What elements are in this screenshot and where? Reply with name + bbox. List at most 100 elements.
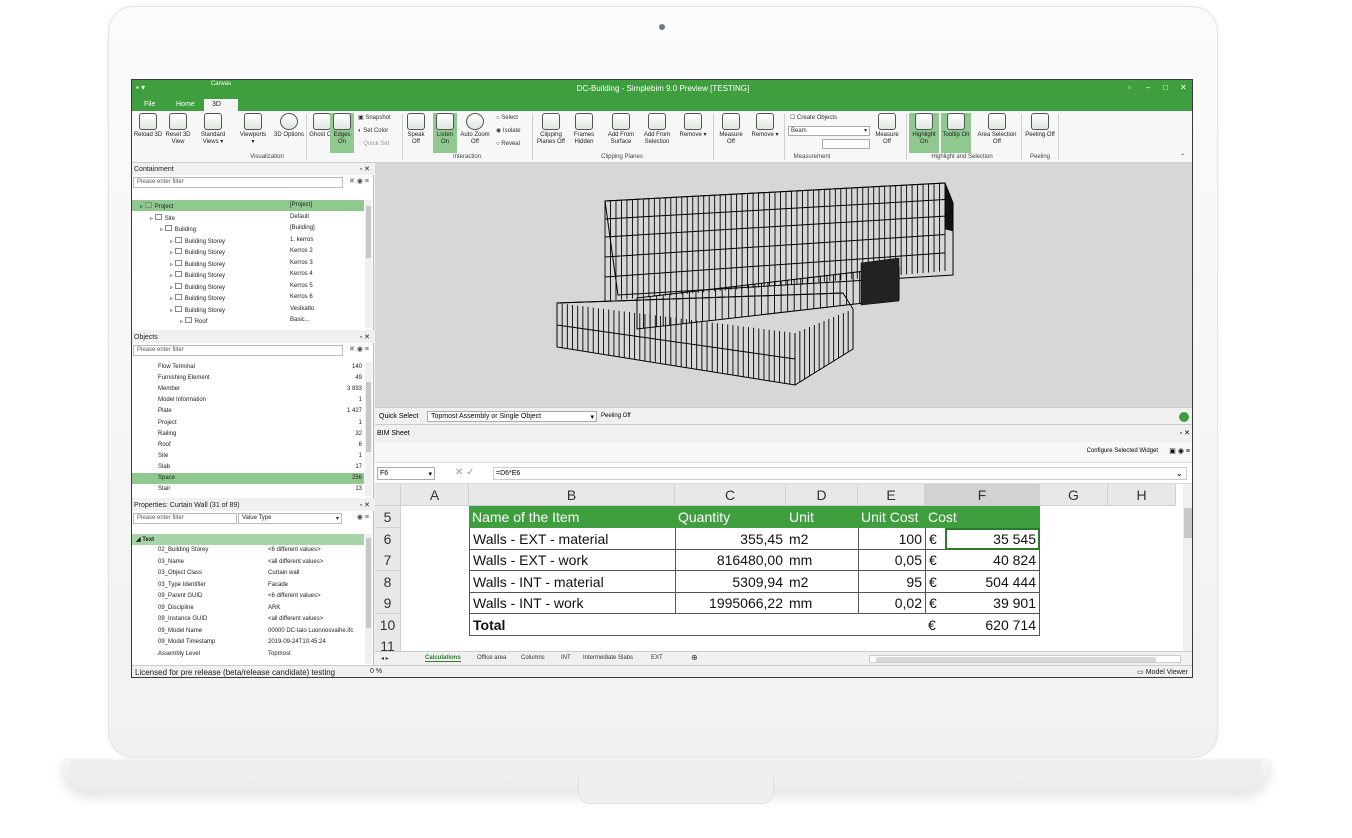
object-row[interactable]: Member 3 893 — [132, 384, 364, 395]
minimize-icon[interactable]: – — [1146, 83, 1150, 92]
create-objects-checkbox[interactable]: ☐ Create Objects — [790, 115, 837, 122]
row-header[interactable]: 10 — [375, 613, 401, 636]
object-row[interactable]: Flow Terminal 140 — [132, 362, 364, 373]
column-header[interactable]: E — [858, 484, 925, 506]
object-row[interactable]: Site 1 — [132, 451, 364, 462]
settings-icon[interactable]: ◉ — [357, 514, 365, 521]
unit-cell[interactable]: m2 — [786, 528, 858, 550]
containment-row[interactable]: ▹ Building Storey Kerros 5 — [132, 281, 364, 292]
column-header[interactable]: B — [469, 484, 675, 506]
row-header[interactable]: 6 — [375, 527, 401, 550]
save-icon[interactable]: ▣ — [1169, 448, 1178, 455]
row-header[interactable]: 8 — [375, 570, 401, 593]
confirm-icon[interactable]: ✓ — [466, 467, 474, 478]
cost-cell[interactable]: 40 824 — [945, 549, 1040, 571]
select-all-corner[interactable] — [375, 484, 401, 506]
reveal-radio[interactable]: ○ Reveal — [496, 141, 520, 148]
settings-icon[interactable]: ◉ — [1178, 448, 1186, 455]
sheet-tab[interactable]: EXT — [651, 655, 663, 661]
column-header[interactable]: F — [925, 484, 1040, 506]
menu-icon[interactable]: ≡ — [365, 178, 369, 185]
object-row[interactable]: Plate 1 427 — [132, 406, 364, 417]
menu-icon[interactable]: ≡ — [1186, 448, 1190, 455]
containment-row[interactable]: ▹ Building [Building] — [132, 223, 364, 234]
currency-cell[interactable]: € — [925, 592, 945, 614]
unit-cell[interactable]: mm — [786, 592, 858, 614]
containment-row[interactable]: ▹ Building Storey 1. kerros — [132, 235, 364, 246]
property-row[interactable]: 02_Building Storey <6 different values> — [132, 545, 364, 556]
row-header[interactable]: 7 — [375, 549, 401, 571]
quantity-cell[interactable]: 816480,00 — [675, 549, 786, 571]
model-viewer-toggle[interactable]: ▭ Model Viewer — [1137, 668, 1188, 676]
object-row[interactable]: Space 256 — [132, 473, 364, 484]
column-header[interactable]: H — [1108, 484, 1176, 506]
cost-cell[interactable]: 504 444 — [945, 570, 1040, 593]
property-row[interactable]: 09_Parent GUID <6 different values> — [132, 591, 364, 602]
item-name-cell[interactable]: Walls - INT - work — [469, 592, 675, 614]
property-row[interactable]: 09_Instance GUID <all different values> — [132, 614, 364, 625]
containment-row[interactable]: ▹ Project [Project] — [132, 200, 364, 211]
unit-cell[interactable]: mm — [786, 549, 858, 571]
total-value-cell[interactable]: 620 714 — [945, 613, 1040, 636]
unit-cost-cell[interactable]: 0,02 — [858, 592, 925, 614]
settings-icon[interactable]: ◉ — [357, 346, 365, 353]
scroll-thumb[interactable] — [1184, 508, 1192, 538]
menu-icon[interactable]: ≡ — [365, 346, 369, 353]
object-type-select[interactable]: Beam ▾ — [788, 126, 870, 136]
item-name-cell[interactable]: Walls - INT - material — [469, 570, 675, 593]
object-row[interactable]: Roof 6 — [132, 440, 364, 451]
add-sheet-icon[interactable]: ⊕ — [691, 653, 698, 662]
column-header[interactable]: C — [675, 484, 786, 506]
properties-scrollbar[interactable] — [365, 534, 372, 664]
sheet-scrollbar[interactable] — [1183, 484, 1192, 651]
column-header[interactable]: A — [401, 484, 469, 506]
quantity-cell[interactable]: 5309,94 — [675, 570, 786, 593]
restore-icon[interactable]: ▫ — [1128, 83, 1131, 92]
3d-options-button[interactable]: 3D Options — [274, 113, 304, 153]
panel-close-icon[interactable]: ▫ ✕ — [360, 501, 370, 509]
containment-row[interactable]: ▹ Building Storey Kerros 4 — [132, 269, 364, 280]
containment-row[interactable]: ▹ Building Storey Kerros 2 — [132, 246, 364, 257]
snapshot-button[interactable]: ▣ Snapshot — [358, 115, 391, 122]
standard-views-button[interactable]: Standard Views ▾ — [198, 113, 228, 153]
add-from-selection-button[interactable]: Add From Selection — [639, 113, 675, 153]
objects-scrollbar[interactable] — [365, 362, 372, 496]
add-from-surface-button[interactable]: Add From Surface — [603, 113, 639, 153]
scroll-thumb[interactable] — [366, 538, 371, 628]
object-row[interactable]: Slab 17 — [132, 462, 364, 473]
clipping-planes-button[interactable]: Clipping Planes Off — [534, 113, 568, 153]
clipping-remove-button[interactable]: Remove ▾ — [678, 113, 708, 153]
scroll-thumb[interactable] — [876, 657, 1156, 662]
panel-close-icon[interactable]: ▫ ✕ — [360, 165, 370, 173]
menu-icon[interactable]: ≡ — [365, 514, 369, 521]
sheet-tab[interactable]: Columns — [521, 655, 545, 661]
containment-filter-input[interactable]: Please enter filter — [133, 177, 343, 188]
property-row[interactable]: 09_Model Timestamp 2019-09-24T10:45:24 — [132, 637, 364, 648]
property-section[interactable]: ◢ Text — [132, 534, 364, 545]
filter-tools[interactable]: ✕ ◉ ≡ — [349, 177, 369, 185]
row-header[interactable]: 5 — [375, 506, 401, 528]
clear-icon[interactable]: ✕ — [349, 178, 357, 185]
set-color-button[interactable]: ◐ Set Color — [358, 128, 388, 135]
measure-value-field[interactable] — [822, 139, 870, 149]
property-row[interactable]: Assembly Level Topmost — [132, 649, 364, 660]
cell-reference-box[interactable]: F6 ▾ — [377, 467, 435, 480]
item-name-cell[interactable]: Walls - EXT - material — [469, 527, 675, 550]
quantity-cell[interactable]: 355,45 — [675, 527, 786, 550]
horizontal-scrollbar[interactable] — [869, 655, 1181, 663]
containment-row[interactable]: ▹ Site Default — [132, 212, 364, 223]
viewports-button[interactable]: Viewports ▾ — [238, 113, 268, 153]
building-model[interactable] — [375, 163, 1193, 407]
containment-scrollbar[interactable] — [365, 200, 372, 328]
sheet-tab[interactable]: Office area — [477, 655, 506, 661]
properties-filter-input[interactable]: Please enter filter — [133, 513, 237, 524]
reset-3d-view-button[interactable]: Reset 3D View — [163, 113, 193, 153]
total-label-cell[interactable]: Total — [469, 613, 675, 636]
scroll-thumb[interactable] — [366, 382, 371, 452]
3d-viewport[interactable] — [375, 163, 1193, 407]
settings-icon[interactable]: ◉ — [357, 178, 365, 185]
cost-cell[interactable]: 39 901 — [945, 592, 1040, 614]
measure-button[interactable]: Measure Off — [716, 113, 746, 153]
property-row[interactable]: 03_Name <all different values> — [132, 557, 364, 568]
quick-select-dropdown[interactable]: Topmost Assembly or Single Object ▾ — [427, 411, 597, 422]
